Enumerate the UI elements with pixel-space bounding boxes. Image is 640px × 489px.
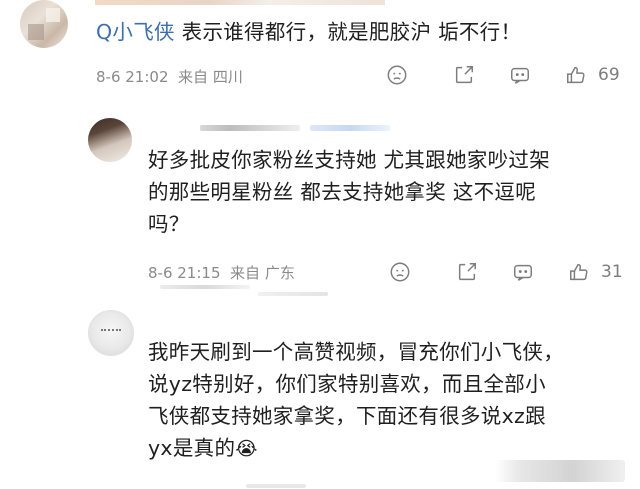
comment-location: 来自 四川 bbox=[178, 68, 243, 86]
like-icon[interactable] bbox=[566, 259, 592, 285]
comment-line: 好多批皮你家粉丝支持她 尤其跟她家吵过架 bbox=[148, 148, 551, 172]
comment-icon[interactable] bbox=[507, 62, 533, 88]
comment-icon[interactable] bbox=[510, 259, 536, 285]
blurred-username-strip bbox=[200, 125, 300, 131]
comment-line: yx是真的 bbox=[148, 436, 236, 460]
comment-thread: { "comments": [ { "mention": "Q小飞侠", "te… bbox=[0, 0, 640, 489]
like-count: 69 bbox=[598, 65, 620, 85]
like-icon[interactable] bbox=[563, 62, 589, 88]
comment-date: 8-6 21:02 bbox=[96, 68, 169, 86]
mention-link[interactable]: Q小飞侠 bbox=[96, 20, 175, 44]
like-count: 31 bbox=[601, 262, 623, 282]
blurred-username-strip bbox=[95, 0, 385, 5]
avatar[interactable] bbox=[20, 0, 68, 48]
blurred-badge-strip bbox=[310, 125, 390, 131]
comment-location: 来自 广东 bbox=[230, 264, 295, 282]
share-icon[interactable] bbox=[454, 259, 480, 285]
comment-text: Q小飞侠 表示谁得都行，就是肥胶沪 垢不行！ bbox=[96, 16, 521, 48]
share-icon[interactable] bbox=[451, 62, 477, 88]
comment-line: 我昨天刷到一个高赞视频，冒充你们小飞侠， bbox=[148, 340, 564, 364]
dislike-icon[interactable] bbox=[387, 259, 413, 285]
blurred-strip bbox=[258, 292, 328, 296]
avatar[interactable] bbox=[88, 310, 134, 356]
comment-body: 表示谁得都行，就是肥胶沪 垢不行！ bbox=[174, 20, 522, 44]
comment-line: 吗？ bbox=[148, 212, 190, 236]
comment-text: 我昨天刷到一个高赞视频，冒充你们小飞侠， 说yz特别好，你们家特别喜欢，而且全部… bbox=[148, 336, 628, 465]
comment-line: 飞侠都支持她家拿奖，下面还有很多说xz跟 bbox=[148, 404, 546, 428]
blurred-strip bbox=[160, 285, 250, 289]
comment-date: 8-6 21:15 bbox=[148, 264, 221, 282]
comment-line: 的那些明星粉丝 都去支持她拿奖 这不逗呢 bbox=[148, 180, 537, 204]
comment-line: 说yz特别好，你们家特别喜欢，而且全部小 bbox=[148, 372, 546, 396]
crying-emoji-icon: 😭 bbox=[235, 438, 258, 460]
dislike-icon[interactable] bbox=[384, 62, 410, 88]
comment-text: 好多批皮你家粉丝支持她 尤其跟她家吵过架 的那些明星粉丝 都去支持她拿奖 这不逗… bbox=[148, 144, 618, 240]
comment-meta: 8-6 21:15 来自 广东 bbox=[148, 262, 295, 283]
avatar[interactable] bbox=[88, 118, 132, 162]
comment-meta: 8-6 21:02 来自 四川 bbox=[96, 66, 243, 87]
blurred-strip bbox=[246, 484, 306, 488]
watermark bbox=[495, 460, 625, 482]
